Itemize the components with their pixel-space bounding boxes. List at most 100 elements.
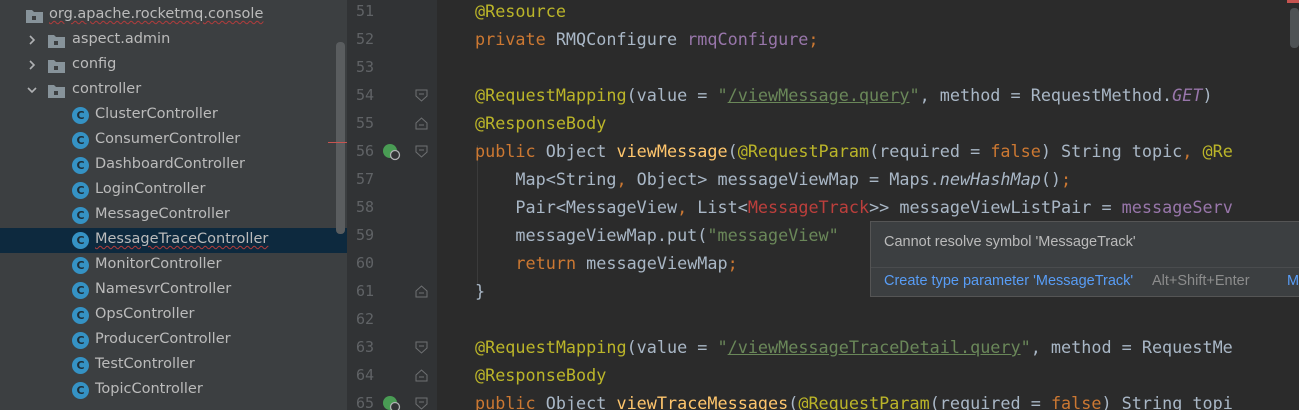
tree-item-label: OpsController [95, 306, 195, 322]
error-stripe-mark[interactable] [1287, 0, 1299, 3]
tree-item-label: DashboardController [95, 156, 245, 172]
line-number: 51 [355, 2, 374, 20]
line-number: 54 [355, 86, 374, 104]
tree-item-package[interactable]: org.apache.rocketmq.console [0, 3, 347, 28]
class-icon: C [72, 157, 89, 174]
fold-marker-icon[interactable] [415, 145, 428, 158]
line-number: 65 [355, 394, 374, 410]
fold-marker-icon[interactable] [415, 341, 428, 354]
code-token: @RequestParam [737, 141, 870, 161]
code-line[interactable]: @RequestMapping(value = "/viewMessage.qu… [475, 81, 1213, 109]
line-number: 59 [355, 226, 374, 244]
more-actions-link[interactable]: M [1287, 273, 1299, 289]
chevron-right-icon[interactable] [26, 34, 38, 46]
code-token: @RequestMapping [475, 85, 627, 105]
code-token: /viewMessageTraceDetail.query [727, 337, 1021, 357]
code-line[interactable]: messageViewMap.put("messageView" [475, 221, 839, 249]
tree-item-label: org.apache.rocketmq.console [49, 6, 264, 22]
class-icon: C [72, 132, 89, 149]
tree-item-class[interactable]: C MessageTraceController [0, 228, 347, 253]
code-token: viewMessage [616, 141, 728, 161]
code-line[interactable]: Map<String, Object> messageViewMap = Map… [475, 165, 1071, 193]
chevron-down-icon[interactable] [26, 84, 38, 96]
line-number: 56 [355, 142, 374, 160]
code-line[interactable]: public Object viewTraceMessages(@Request… [475, 389, 1233, 410]
code-token: >> messageViewListPair = [869, 197, 1122, 217]
code-line[interactable]: @ResponseBody [475, 109, 606, 137]
tree-item-label: MonitorController [95, 256, 222, 272]
tree-item-package[interactable]: config [0, 53, 347, 78]
tree-item-class[interactable]: C LoginController [0, 178, 347, 203]
code-token: , [1182, 141, 1203, 161]
code-token: rmqConfigure [687, 29, 809, 49]
tree-item-class[interactable]: C TestController [0, 353, 347, 378]
tree-item-package[interactable]: controller [0, 78, 347, 103]
code-token: ) String topic [1040, 141, 1183, 161]
code-token: viewTraceMessages [616, 393, 789, 410]
tree-scrollbar[interactable] [336, 42, 345, 234]
code-token: @RequestParam [798, 393, 930, 410]
tree-item-label: ClusterController [95, 106, 218, 122]
editor-scrollbar[interactable] [1290, 8, 1299, 48]
code-line[interactable]: @Resource [475, 0, 566, 25]
tree-item-label: LoginController [95, 181, 206, 197]
package-folder-icon [48, 35, 65, 48]
code-token: RMQConfigure [555, 29, 688, 49]
fold-marker-icon[interactable] [415, 117, 428, 130]
error-message: Cannot resolve symbol 'MessageTrack' [884, 234, 1136, 250]
create-type-parameter-action[interactable]: Create type parameter 'MessageTrack' [884, 273, 1133, 289]
code-line[interactable]: @ResponseBody [475, 361, 606, 389]
code-line[interactable]: public Object viewMessage(@RequestParam(… [475, 137, 1233, 165]
fold-marker-icon[interactable] [415, 89, 428, 102]
tree-item-class[interactable]: C ConsumerController [0, 128, 347, 153]
chevron-right-icon[interactable] [26, 59, 38, 71]
code-token: "messageView" [707, 225, 839, 245]
tree-item-class[interactable]: C TopicController [0, 378, 347, 403]
code-token: ) [1202, 85, 1213, 105]
fold-marker-icon[interactable] [415, 397, 428, 410]
code-token: , [616, 169, 637, 189]
code-token: Map<String [475, 169, 617, 189]
class-icon: C [72, 182, 89, 199]
line-number: 58 [355, 198, 374, 216]
tree-item-label: TopicController [95, 381, 203, 397]
fold-marker-icon[interactable] [415, 285, 428, 298]
web-endpoint-icon[interactable] [381, 141, 401, 161]
tree-item-class[interactable]: C ProducerController [0, 328, 347, 353]
class-icon: C [72, 107, 89, 124]
code-token: () [1040, 169, 1062, 189]
tree-item-class[interactable]: C DashboardController [0, 153, 347, 178]
tree-item-class[interactable]: C ClusterController [0, 103, 347, 128]
unresolved-symbol: MessageTrack [747, 197, 870, 217]
tree-item-label: ConsumerController [95, 131, 241, 147]
tree-item-class[interactable]: C OpsController [0, 303, 347, 328]
code-line[interactable]: @RequestMapping(value = "/viewMessageTra… [475, 333, 1233, 361]
code-token: messageViewMap.put( [475, 225, 708, 245]
web-endpoint-icon[interactable] [381, 393, 401, 410]
code-token: messageServ [1121, 197, 1233, 217]
code-token: @ResponseBody [475, 365, 607, 385]
code-token: Object [545, 141, 617, 161]
action-shortcut: Alt+Shift+Enter [1152, 273, 1250, 289]
class-icon: C [72, 207, 89, 224]
code-line[interactable]: } [475, 277, 485, 305]
line-number: 62 [355, 310, 374, 328]
code-line[interactable]: private RMQConfigure rmqConfigure; [475, 25, 819, 53]
code-token: ; [808, 29, 819, 49]
fold-marker-icon[interactable] [415, 369, 428, 382]
code-token: " [717, 337, 728, 357]
code-token: (required = [929, 393, 1051, 410]
code-token: ; [727, 253, 738, 273]
tree-item-class[interactable]: C MessageController [0, 203, 347, 228]
package-folder-icon [26, 10, 43, 23]
code-token: Object> messageViewMap = Maps. [636, 169, 940, 189]
line-number: 55 [355, 114, 374, 132]
code-line[interactable]: return messageViewMap; [475, 249, 738, 277]
code-line[interactable]: Pair<MessageView, List<MessageTrack>> me… [475, 193, 1233, 221]
tree-item-class[interactable]: C MonitorController [0, 253, 347, 278]
code-editor[interactable]: @Resource private RMQConfigure rmqConfigu… [437, 0, 1299, 410]
code-token: newHashMap [939, 169, 1041, 189]
tree-item-package[interactable]: aspect.admin [0, 28, 347, 53]
code-token: " [909, 85, 920, 105]
tree-item-class[interactable]: C NamesvrController [0, 278, 347, 303]
